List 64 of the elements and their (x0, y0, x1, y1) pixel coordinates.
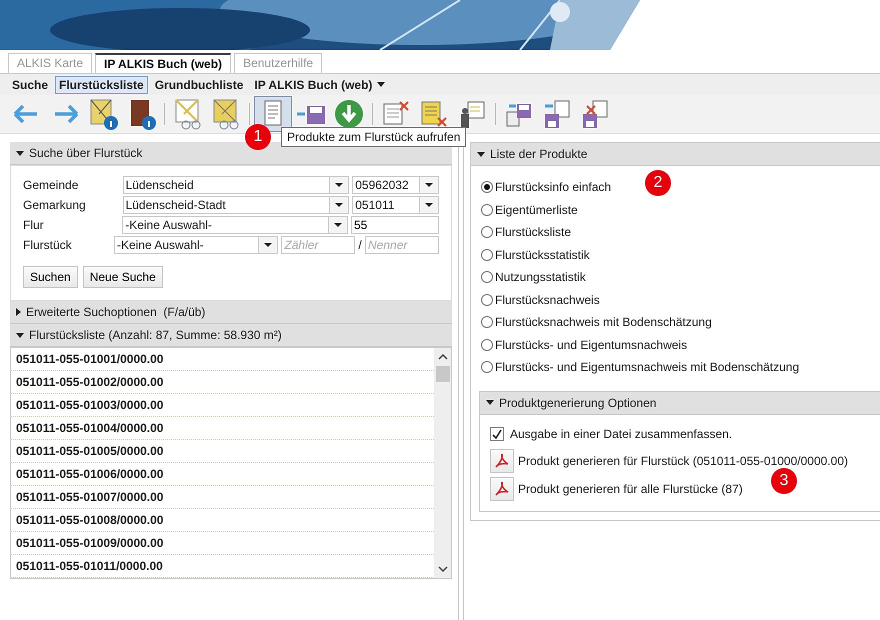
input-field[interactable]: Nenner (365, 236, 439, 254)
callout-badge: 3 (771, 468, 797, 494)
field-label: Flur (23, 218, 45, 232)
radio-button[interactable] (481, 248, 493, 261)
input-field[interactable]: 55 (351, 216, 439, 234)
radio-button[interactable] (481, 338, 493, 351)
option-label: Flurstücksinfo einfach (495, 180, 612, 194)
section-header[interactable]: Liste der Produkte (471, 143, 880, 166)
dropdown[interactable]: 051011 (352, 196, 439, 214)
radio-button[interactable] (481, 226, 493, 238)
dropdown[interactable]: -Keine Auswahl- (114, 236, 278, 254)
tab[interactable]: IP ALKIS Buch (web) (95, 53, 232, 73)
field-label: Gemarkung (23, 198, 87, 212)
button-label: Produkt generieren für Flurstück (051011-055-01000/0000.00) (518, 454, 848, 468)
radio-button[interactable] (481, 316, 493, 328)
caret-icon (377, 82, 386, 87)
input-field[interactable]: Zähler (281, 236, 356, 254)
option-label: Eigentümerliste (495, 202, 578, 217)
menu-button[interactable]: IP ALKIS Buch (web) (250, 76, 390, 94)
parcel-list-item[interactable]: 051011-055-01001/0000.00 (11, 348, 434, 371)
checkbox[interactable] (490, 426, 504, 440)
option-label: Flurstücksnachweis (495, 292, 600, 307)
option-label: Flurstücksnachweis mit Bodenschätzung (495, 315, 712, 330)
dropdown[interactable]: Lüdenscheid-Stadt (122, 196, 350, 214)
callout-badge: 2 (645, 170, 671, 196)
radio-button[interactable] (481, 204, 493, 216)
dropdown[interactable]: Lüdenscheid (122, 176, 350, 194)
scrollbar-thumb[interactable] (436, 366, 450, 382)
option-label: Flurstücks- und Eigentumsnachweis mit Bodenschätzung (495, 360, 800, 374)
download-icon (333, 98, 365, 130)
scrollbar[interactable] (434, 348, 451, 578)
pdf-button[interactable] (490, 448, 514, 472)
products-button[interactable] (254, 96, 292, 132)
pdf-icon (494, 452, 510, 468)
parcel-list-item[interactable]: 051011-055-01011/0000.00 (11, 555, 434, 578)
option-label: Flurstücks- und Eigentumsnachweis (495, 338, 688, 352)
dropdown[interactable]: 05962032 (352, 176, 439, 194)
checkbox-label: Ausgabe in einer Datei zusammenfassen. (510, 426, 732, 440)
slash-separator: / (358, 238, 362, 252)
nav-link[interactable]: Grundbuchliste (150, 76, 248, 94)
option-label: Nutzungsstatistik (495, 270, 586, 284)
scroll-up-icon[interactable] (438, 354, 448, 360)
radio-button[interactable] (481, 361, 493, 374)
section-header[interactable]: Erweiterte Suchoptionen (F/a/üb) (10, 301, 452, 324)
nav-link[interactable]: Flurstücksliste (55, 76, 148, 94)
radio-button[interactable] (481, 271, 493, 284)
tooltip: Produkte zum Flurstück aufrufen (281, 127, 466, 147)
section-header[interactable]: Flurstücksliste (Anzahl: 87, Summe: 58.930 m²) (10, 324, 452, 347)
option-label: Flurstücksstatistik (495, 248, 590, 262)
section-header[interactable]: Suche über Flurstück (10, 142, 452, 165)
nav-link[interactable]: Suche (8, 76, 52, 94)
search-button[interactable]: Suchen (23, 266, 78, 288)
radio-button[interactable] (481, 294, 493, 306)
search-button[interactable]: Neue Suche (82, 266, 163, 288)
option-label: Flurstücksliste (495, 225, 572, 240)
field-label: Flurstück (23, 238, 73, 252)
button-label: Produkt generieren für alle Flurstücke (87) (518, 482, 743, 496)
pdf-button[interactable] (490, 476, 514, 500)
radio-button[interactable] (481, 181, 493, 194)
field-label: Gemeinde (23, 178, 80, 192)
dropdown[interactable]: -Keine Auswahl- (122, 216, 348, 234)
section-header[interactable]: Produktgenerierung Optionen (480, 392, 880, 414)
scroll-down-icon[interactable] (438, 566, 448, 572)
pdf-icon (494, 480, 510, 496)
